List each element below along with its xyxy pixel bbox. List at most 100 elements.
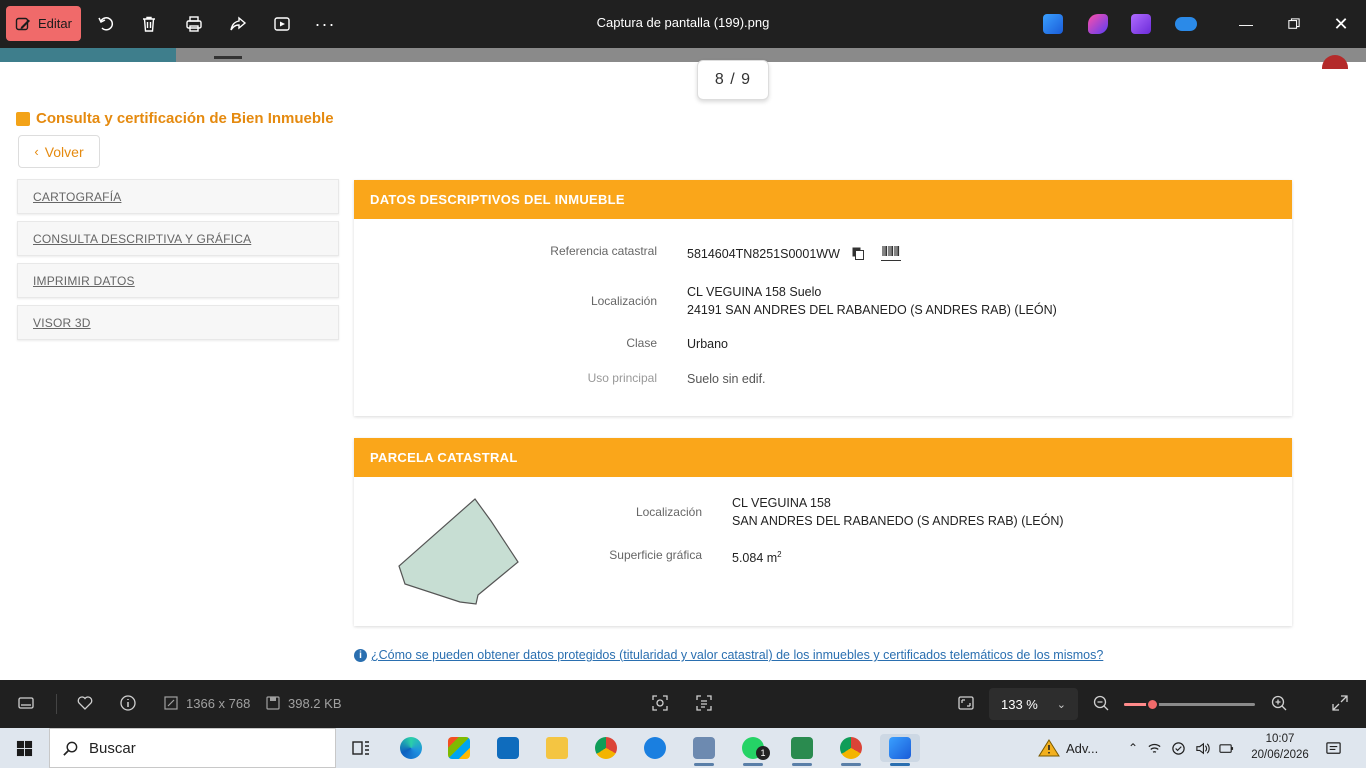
visual-search-icon[interactable] bbox=[651, 694, 669, 712]
taskbar-search-box[interactable]: Buscar bbox=[49, 728, 336, 768]
edit-image-icon bbox=[15, 17, 30, 30]
image-size-icon bbox=[164, 696, 178, 710]
back-button[interactable]: ‹ Volver bbox=[18, 135, 100, 168]
edge-browser-icon[interactable] bbox=[391, 734, 431, 762]
file-size: 398.2 KB bbox=[264, 694, 342, 712]
parcel-location-line-1: CL VEGUINA 158 bbox=[732, 496, 831, 510]
safari-like-browser-icon[interactable] bbox=[635, 734, 675, 762]
descriptive-panel-title: DATOS DESCRIPTIVOS DEL INMUEBLE bbox=[354, 180, 1292, 219]
cadastral-ref-label: Referencia catastral bbox=[550, 244, 657, 258]
page-title: Consulta y certificación de Bien Inmuebl… bbox=[36, 110, 334, 127]
wifi-icon[interactable] bbox=[1147, 741, 1162, 756]
photos-app-icon[interactable] bbox=[1043, 14, 1063, 34]
battery-icon[interactable] bbox=[1219, 741, 1234, 756]
edit-button[interactable]: Editar bbox=[6, 6, 81, 41]
captured-page-header-strip bbox=[0, 48, 1366, 69]
windows-start-icon[interactable] bbox=[0, 728, 48, 768]
chevron-left-icon: ‹ bbox=[34, 144, 39, 159]
main-use-label: Uso principal bbox=[587, 371, 657, 385]
system-tray: ⌃ bbox=[1128, 728, 1234, 768]
parcel-location-label: Localización bbox=[635, 505, 702, 519]
share-icon[interactable] bbox=[226, 12, 250, 36]
image-dimensions-text: 1366 x 768 bbox=[186, 695, 251, 711]
volume-icon[interactable] bbox=[1195, 741, 1210, 756]
zoom-in-icon[interactable] bbox=[1270, 694, 1288, 712]
heading-square-icon bbox=[16, 111, 30, 126]
chrome-profile-icon[interactable] bbox=[831, 734, 871, 766]
whatsapp-badge: 1 bbox=[756, 746, 770, 760]
more-options-icon[interactable]: ··· bbox=[313, 12, 337, 36]
parcel-location-line-2: SAN ANDRES DEL RABANEDO (S ANDRES RAB) (… bbox=[732, 514, 1064, 528]
full-screen-icon[interactable] bbox=[1331, 694, 1349, 712]
text-scan-icon[interactable] bbox=[695, 694, 713, 712]
chrome-icon[interactable] bbox=[586, 734, 626, 762]
page-indicator: 8 / 9 bbox=[697, 60, 769, 100]
descriptive-data-panel: DATOS DESCRIPTIVOS DEL INMUEBLE Referenc… bbox=[354, 180, 1292, 416]
file-size-text: 398.2 KB bbox=[288, 695, 342, 711]
whatsapp-icon[interactable]: 1 bbox=[733, 734, 773, 766]
page-heading: Consulta y certificación de Bien Inmuebl… bbox=[16, 110, 334, 127]
zoom-level-dropdown[interactable]: 133 % ⌄ bbox=[989, 688, 1078, 720]
minimize-icon[interactable]: — bbox=[1234, 12, 1258, 36]
onedrive-icon[interactable] bbox=[1175, 17, 1197, 31]
designer-app-icon[interactable] bbox=[1088, 14, 1108, 34]
taskbar-clock[interactable]: 10:07 20/06/2026 bbox=[1247, 731, 1313, 763]
rotate-icon[interactable] bbox=[94, 12, 118, 36]
outlook-icon[interactable] bbox=[488, 734, 528, 762]
graphic-area-value: 5.084 m2 bbox=[732, 550, 782, 566]
search-placeholder: Buscar bbox=[89, 739, 136, 757]
close-icon[interactable]: ✕ bbox=[1329, 12, 1353, 36]
sidebar-item-visor-3d[interactable]: VISOR 3D bbox=[17, 305, 339, 340]
microsoft-store-icon[interactable] bbox=[439, 734, 479, 762]
back-button-label: Volver bbox=[44, 143, 84, 160]
weather-widget[interactable]: Adv... bbox=[1038, 728, 1098, 768]
task-view-icon[interactable] bbox=[341, 734, 381, 762]
info-icon: i bbox=[354, 648, 367, 662]
weather-text: Adv... bbox=[1066, 740, 1099, 756]
delete-icon[interactable] bbox=[137, 12, 161, 36]
location-line-2: 24191 SAN ANDRES DEL RABANEDO (S ANDRES … bbox=[687, 303, 1057, 317]
windows-taskbar: Buscar 1 Adv... ⌃ 10:07 20/06/2026 bbox=[0, 728, 1366, 768]
zoom-out-icon[interactable] bbox=[1092, 694, 1110, 712]
clipchamp-app-icon[interactable] bbox=[1131, 14, 1151, 34]
notifications-icon[interactable] bbox=[1325, 728, 1342, 768]
class-value: Urbano bbox=[687, 337, 728, 351]
excel-spreadsheet-icon[interactable] bbox=[782, 734, 822, 766]
favorite-heart-icon[interactable] bbox=[76, 694, 94, 712]
protected-data-help-link[interactable]: i ¿Cómo se pueden obtener datos protegid… bbox=[354, 648, 1103, 662]
parcel-shape-drawing bbox=[398, 498, 519, 605]
fit-to-window-icon[interactable] bbox=[957, 694, 975, 712]
sidebar-item-consulta[interactable]: CONSULTA DESCRIPTIVA Y GRÁFICA bbox=[17, 221, 339, 256]
word-document-app-icon[interactable] bbox=[684, 734, 724, 766]
sidebar-item-cartografia[interactable]: CARTOGRAFÍA bbox=[17, 179, 339, 214]
file-explorer-icon[interactable] bbox=[537, 734, 577, 762]
sidebar-item-imprimir[interactable]: IMPRIMIR DATOS bbox=[17, 263, 339, 298]
photos-bottom-toolbar: 1366 x 768 398.2 KB 133 % ⌄ bbox=[0, 680, 1366, 728]
chevron-down-icon: ⌄ bbox=[1056, 698, 1066, 711]
chevron-up-icon[interactable]: ⌃ bbox=[1128, 741, 1138, 755]
slideshow-icon[interactable] bbox=[270, 12, 294, 36]
network-status-icon[interactable] bbox=[1171, 741, 1186, 756]
save-disk-icon bbox=[266, 696, 280, 710]
photos-title-bar: Editar ··· Captura de pantalla (199).png… bbox=[0, 0, 1366, 48]
zoom-slider[interactable] bbox=[1124, 698, 1255, 711]
filmstrip-icon[interactable] bbox=[17, 694, 35, 712]
zoom-slider-thumb[interactable] bbox=[1145, 698, 1159, 711]
main-use-value: Suelo sin edif. bbox=[687, 372, 766, 386]
file-info-icon[interactable] bbox=[119, 694, 137, 712]
print-icon[interactable] bbox=[182, 12, 206, 36]
photos-taskbar-icon[interactable] bbox=[880, 734, 920, 766]
clock-time: 10:07 bbox=[1265, 733, 1295, 745]
maximize-icon[interactable] bbox=[1282, 12, 1306, 36]
weather-warning-icon bbox=[1038, 739, 1060, 757]
help-link-text: ¿Cómo se pueden obtener datos protegidos… bbox=[371, 648, 1104, 662]
graphic-area-label: Superficie gráfica bbox=[609, 548, 702, 562]
location-line-1: CL VEGUINA 158 Suelo bbox=[687, 285, 822, 299]
zoom-level-text: 133 % bbox=[1001, 696, 1038, 712]
parcel-panel-title: PARCELA CATASTRAL bbox=[354, 438, 1292, 477]
cadastral-ref-value: 5814604TN8251S0001WW bbox=[687, 247, 840, 261]
barcode-icon[interactable] bbox=[881, 244, 901, 261]
image-dimensions: 1366 x 768 bbox=[162, 694, 250, 712]
clock-date: 20/06/2026 bbox=[1251, 749, 1309, 761]
copy-icon[interactable] bbox=[852, 247, 864, 260]
